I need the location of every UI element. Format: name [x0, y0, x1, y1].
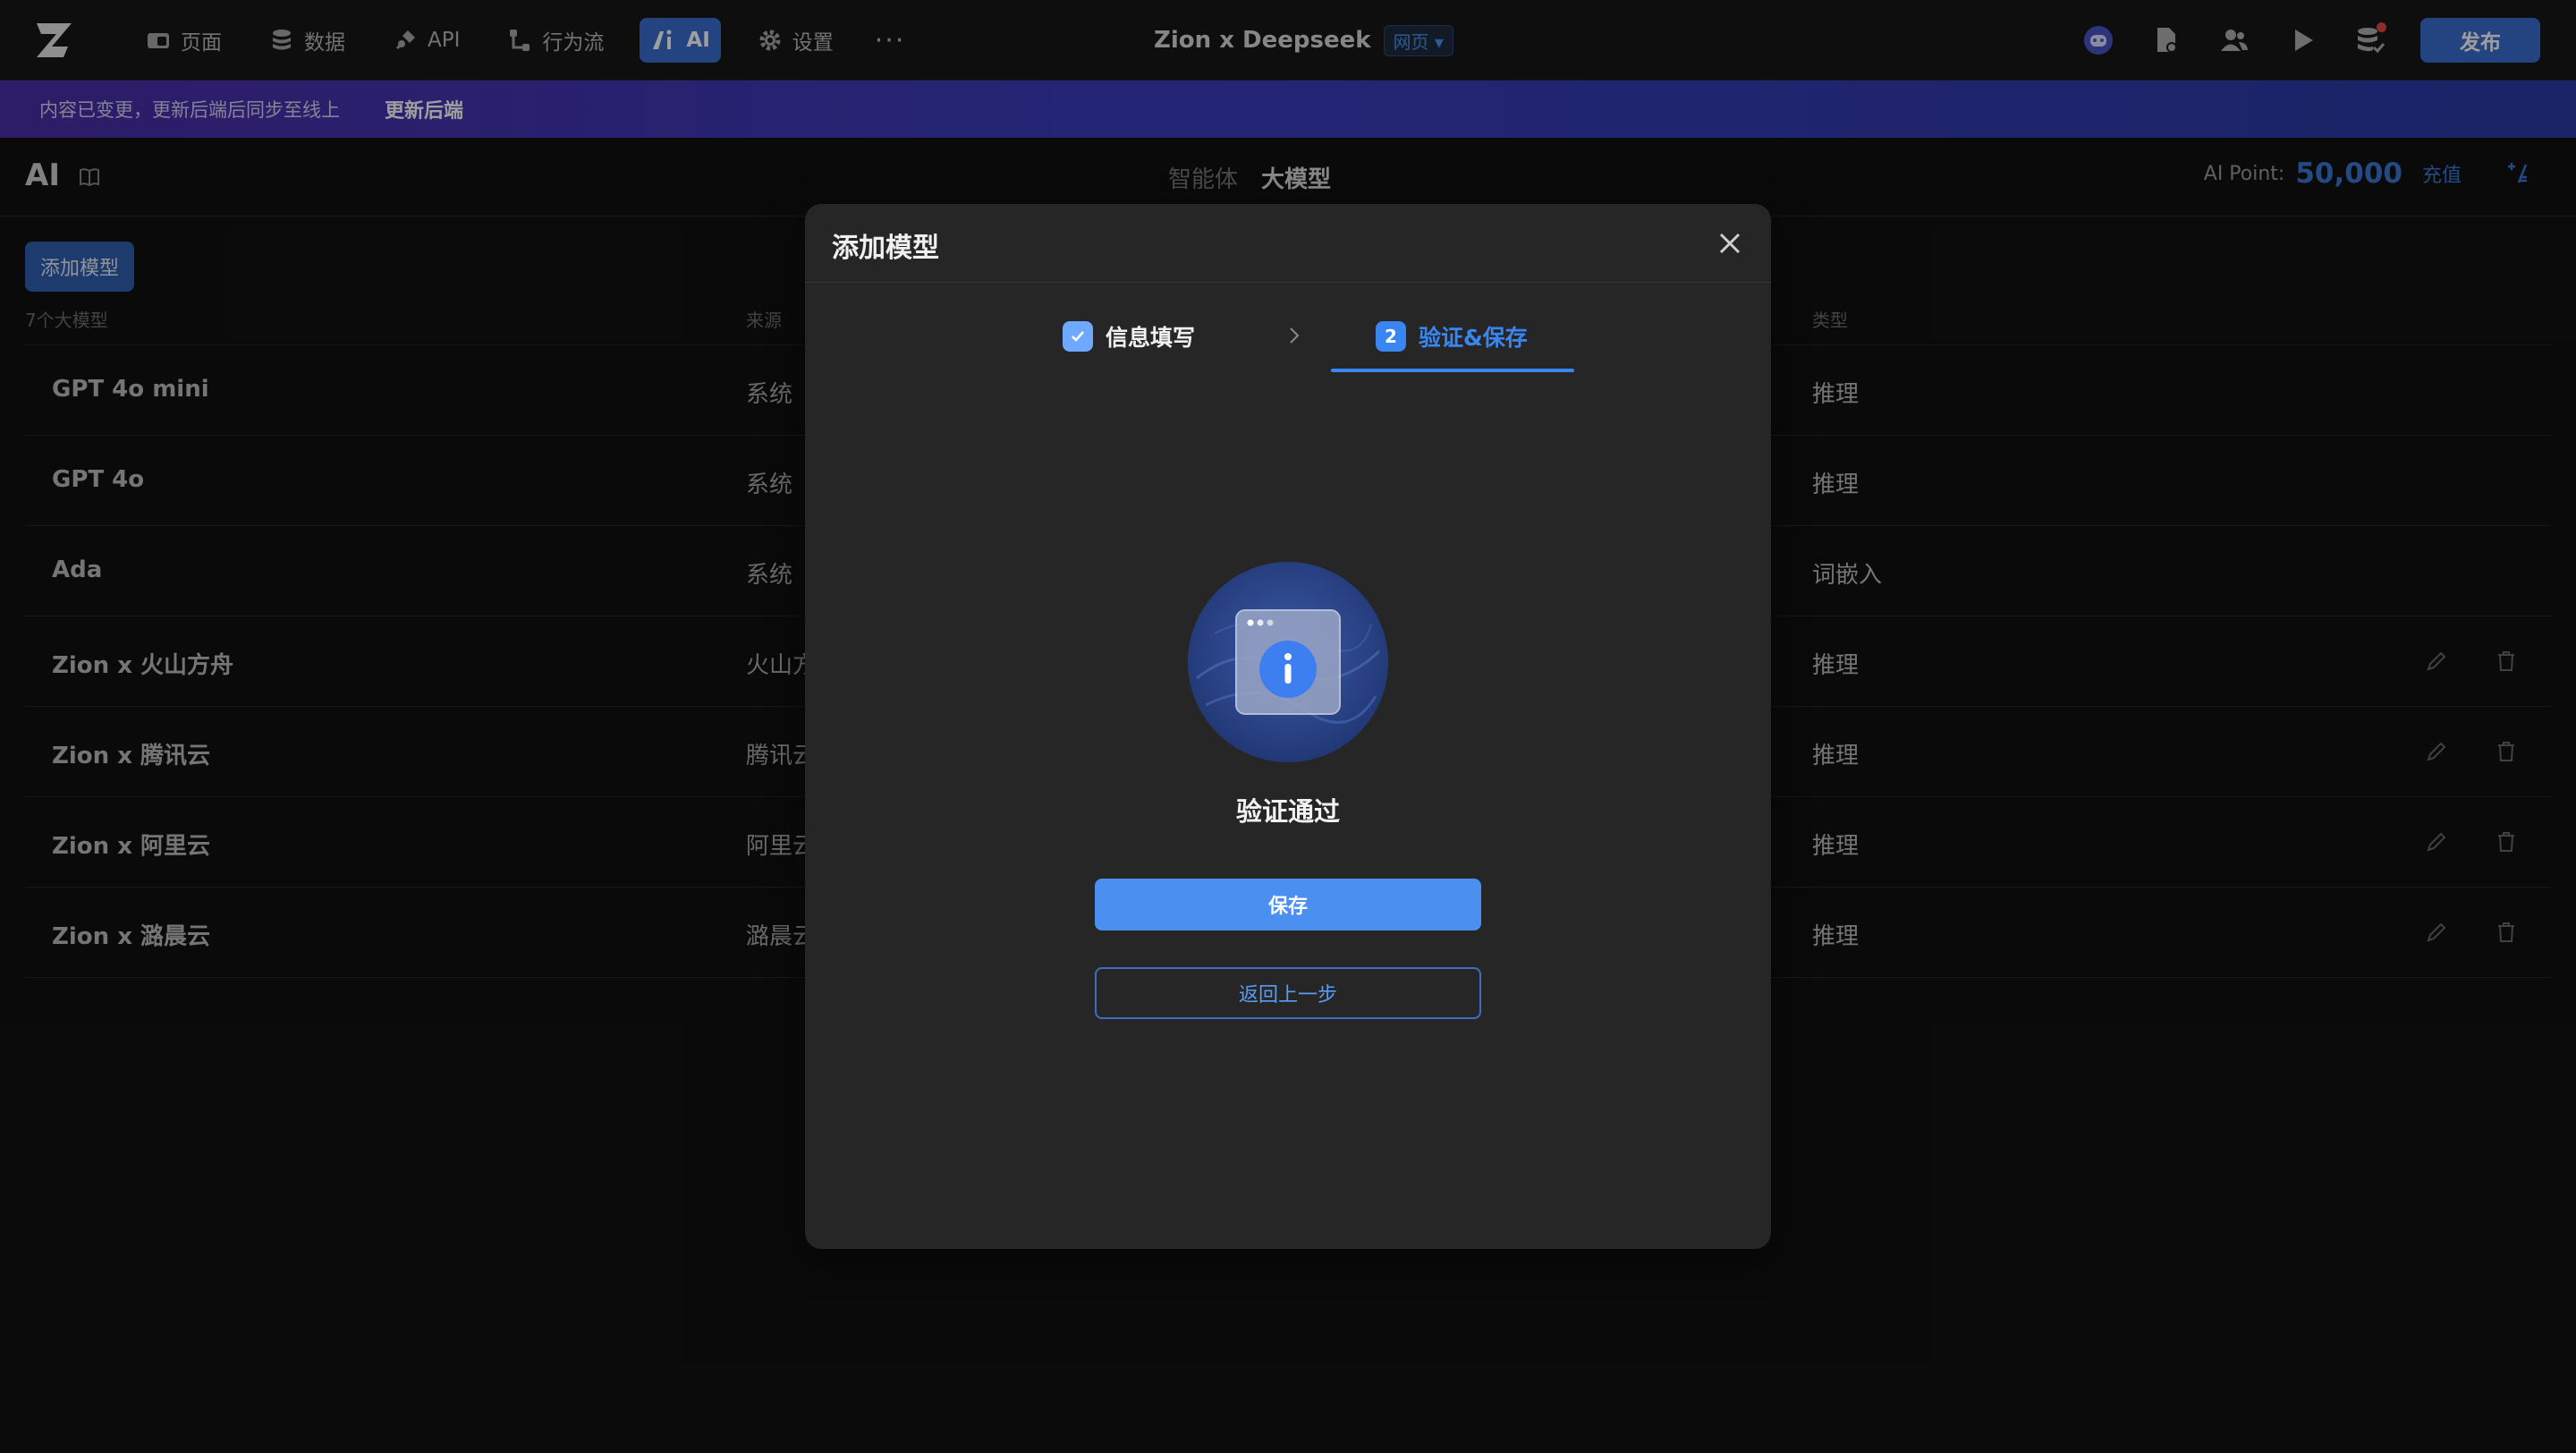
dialog-header: 添加模型 [805, 204, 1771, 283]
close-icon[interactable] [1716, 229, 1744, 258]
dialog-title: 添加模型 [832, 233, 939, 264]
check-icon [1063, 321, 1093, 352]
back-button[interactable]: 返回上一步 [1095, 967, 1481, 1019]
verification-result: 验证通过 [1235, 796, 1340, 827]
stepper: 信息填写 2 验证&保存 [805, 320, 1771, 383]
verification-success-illustration [1188, 562, 1388, 762]
save-button[interactable]: 保存 [1095, 879, 1481, 930]
step-verify-save[interactable]: 2 验证&保存 [1376, 320, 1528, 353]
chevron-right-icon [1290, 327, 1300, 344]
step-number: 2 [1376, 321, 1406, 352]
step-info-fill[interactable]: 信息填写 [1063, 320, 1195, 353]
step-label: 信息填写 [1106, 325, 1196, 351]
active-step-indicator [1331, 369, 1574, 372]
step-label: 验证&保存 [1419, 325, 1528, 351]
add-model-dialog: 添加模型 信息填写 2 验证&保存 验证通过 保存 返回上一步 [805, 204, 1771, 1249]
